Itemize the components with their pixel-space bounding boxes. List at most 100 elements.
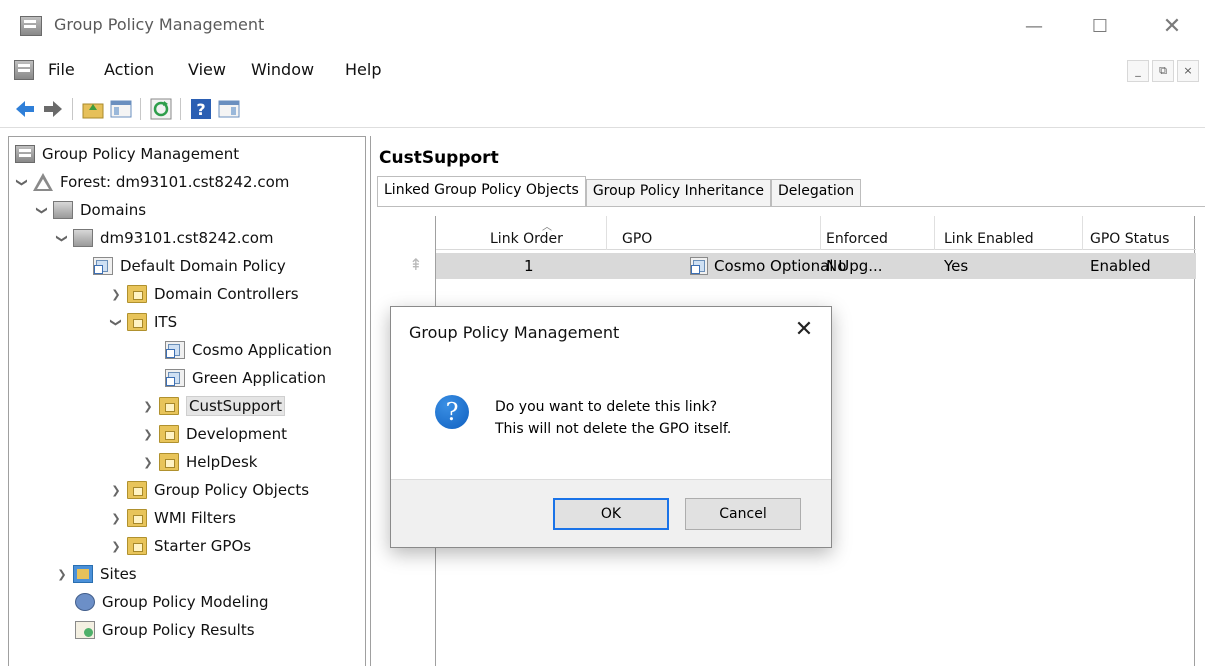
title-bar: Group Policy Management — ☐ ✕ xyxy=(0,0,1205,52)
dialog-close-button[interactable]: ✕ xyxy=(791,317,817,343)
tree-label: Green Application xyxy=(192,369,327,387)
up-folder-icon[interactable] xyxy=(82,98,104,120)
chevron-right-icon[interactable]: ❯ xyxy=(109,484,123,497)
tree-item-domains[interactable]: ❯ Domains xyxy=(35,197,146,223)
mdi-minimize-button[interactable]: _ xyxy=(1127,60,1149,82)
ou-folder-icon xyxy=(159,425,179,443)
tree-item-group-policy-results[interactable]: Group Policy Results xyxy=(75,617,255,643)
column-divider[interactable] xyxy=(820,216,821,250)
dialog-button-bar: OK Cancel xyxy=(391,479,831,547)
column-header-link-order[interactable]: Link Order xyxy=(490,231,563,247)
ou-folder-icon xyxy=(159,397,179,415)
close-window-button[interactable]: ✕ xyxy=(1152,12,1192,42)
cell-gpo: Cosmo Optional Upg... xyxy=(714,257,883,275)
chevron-right-icon[interactable]: ❯ xyxy=(109,540,123,553)
window-title: Group Policy Management xyxy=(54,15,265,34)
tree-item-green-application[interactable]: Green Application xyxy=(165,365,326,391)
tab-linked-gpos[interactable]: Linked Group Policy Objects xyxy=(377,176,586,206)
chevron-down-icon[interactable]: ❯ xyxy=(110,315,123,329)
cell-enforced: No xyxy=(826,257,847,275)
refresh-icon[interactable] xyxy=(150,98,172,120)
tree-label: Sites xyxy=(100,565,137,583)
column-divider[interactable] xyxy=(934,216,935,250)
console-tree: Group Policy Management ❯ Forest: dm9310… xyxy=(8,136,366,666)
tree-label: Group Policy Management xyxy=(42,145,240,163)
gpo-link-icon xyxy=(165,369,185,387)
show-hide-tree-icon[interactable] xyxy=(110,98,132,120)
move-link-up-icon[interactable]: ⇞ xyxy=(407,256,425,274)
tree-item-development[interactable]: ❯ Development xyxy=(141,421,287,447)
menu-bar: File Action View Window Help _ ⧉ × xyxy=(0,52,1205,88)
chevron-right-icon[interactable]: ❯ xyxy=(141,400,155,413)
tab-delegation[interactable]: Delegation xyxy=(771,179,862,206)
gpo-link-icon xyxy=(690,257,708,275)
menu-window[interactable]: Window xyxy=(251,60,314,79)
maximize-button[interactable]: ☐ xyxy=(1080,12,1120,42)
column-divider[interactable] xyxy=(1082,216,1083,250)
svg-text:?: ? xyxy=(196,100,205,119)
modeling-icon xyxy=(75,593,95,611)
table-row[interactable]: 1 Cosmo Optional Upg... No Yes Enabled xyxy=(436,253,1196,279)
tree-item-wmi-filters[interactable]: ❯ WMI Filters xyxy=(109,505,236,531)
tree-item-root[interactable]: Group Policy Management xyxy=(15,141,239,167)
cancel-button[interactable]: Cancel xyxy=(685,498,801,530)
chevron-right-icon[interactable]: ❯ xyxy=(109,288,123,301)
column-header-enforced[interactable]: Enforced xyxy=(826,231,888,247)
minimize-button[interactable]: — xyxy=(1014,12,1054,42)
chevron-right-icon[interactable]: ❯ xyxy=(141,456,155,469)
help-icon[interactable]: ? xyxy=(190,98,212,120)
confirm-delete-dialog: Group Policy Management ✕ ? Do you want … xyxy=(390,306,832,548)
column-divider[interactable] xyxy=(606,216,607,250)
dialog-message-line1: Do you want to delete this link? xyxy=(495,399,718,415)
tree-label: Domains xyxy=(80,201,147,219)
mdi-restore-button[interactable]: ⧉ xyxy=(1152,60,1174,82)
tree-label: ITS xyxy=(154,313,178,331)
menu-help[interactable]: Help xyxy=(345,60,381,79)
tree-label: Default Domain Policy xyxy=(120,257,286,275)
chevron-down-icon[interactable]: ❯ xyxy=(16,175,29,189)
tree-label: Group Policy Modeling xyxy=(102,593,269,611)
toolbar: ? xyxy=(0,90,1205,128)
gpo-folder-icon xyxy=(127,481,147,499)
sites-icon xyxy=(73,565,93,583)
column-header-gpo[interactable]: GPO xyxy=(622,231,652,247)
tab-strip: Linked Group Policy Objects Group Policy… xyxy=(377,176,862,206)
ou-folder-icon xyxy=(127,285,147,303)
tree-item-helpdesk[interactable]: ❯ HelpDesk xyxy=(141,449,257,475)
results-icon xyxy=(75,621,95,639)
mdi-close-button[interactable]: × xyxy=(1177,60,1199,82)
tree-label: dm93101.cst8242.com xyxy=(100,229,274,247)
show-action-pane-icon[interactable] xyxy=(218,98,240,120)
back-icon[interactable] xyxy=(14,98,36,120)
chevron-right-icon[interactable]: ❯ xyxy=(109,512,123,525)
tree-item-forest[interactable]: ❯ Forest: dm93101.cst8242.com xyxy=(15,169,289,195)
cell-link-order: 1 xyxy=(524,257,534,275)
tree-item-default-domain-policy[interactable]: Default Domain Policy xyxy=(93,253,286,279)
menu-action[interactable]: Action xyxy=(104,60,154,79)
forward-icon[interactable] xyxy=(42,98,64,120)
tree-item-starter-gpos[interactable]: ❯ Starter GPOs xyxy=(109,533,251,559)
tree-item-custsupport[interactable]: ❯ CustSupport xyxy=(141,393,285,419)
tree-item-group-policy-modeling[interactable]: Group Policy Modeling xyxy=(75,589,269,615)
tree-item-domain-controllers[interactable]: ❯ Domain Controllers xyxy=(109,281,299,307)
tab-inheritance[interactable]: Group Policy Inheritance xyxy=(585,179,771,206)
system-menu-icon[interactable] xyxy=(14,60,34,80)
ok-button[interactable]: OK xyxy=(553,498,669,530)
app-icon xyxy=(20,16,42,36)
chevron-down-icon[interactable]: ❯ xyxy=(56,231,69,245)
menu-view[interactable]: View xyxy=(188,60,226,79)
tree-item-cosmo-application[interactable]: Cosmo Application xyxy=(165,337,332,363)
column-header-gpo-status[interactable]: GPO Status xyxy=(1090,231,1169,247)
tree-item-sites[interactable]: ❯ Sites xyxy=(55,561,137,587)
chevron-right-icon[interactable]: ❯ xyxy=(141,428,155,441)
chevron-down-icon[interactable]: ❯ xyxy=(36,203,49,217)
toolbar-separator xyxy=(140,98,141,120)
tree-item-its[interactable]: ❯ ITS xyxy=(109,309,177,335)
tree-item-domain[interactable]: ❯ dm93101.cst8242.com xyxy=(55,225,274,251)
tree-label: Cosmo Application xyxy=(192,341,332,359)
tree-item-group-policy-objects[interactable]: ❯ Group Policy Objects xyxy=(109,477,309,503)
chevron-right-icon[interactable]: ❯ xyxy=(55,568,69,581)
tree-label: CustSupport xyxy=(186,396,285,416)
menu-file[interactable]: File xyxy=(48,60,75,79)
column-header-link-enabled[interactable]: Link Enabled xyxy=(944,231,1034,247)
